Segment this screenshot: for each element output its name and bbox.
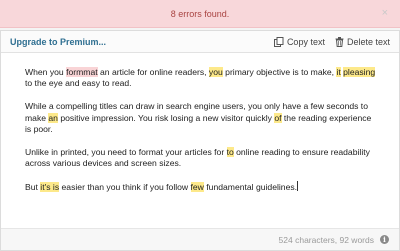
error-count-text: 8 errors found. — [170, 8, 230, 19]
text-segment: primary objective is to make, — [222, 67, 337, 77]
info-icon[interactable]: i — [380, 235, 389, 244]
editor-paragraph: But it's is easier than you think if you… — [25, 181, 377, 193]
editor-paragraph: While a compelling titles can draw in se… — [25, 101, 377, 135]
editor-panel: Upgrade to Premium... Copy text Delete t… — [0, 30, 400, 251]
grammar-error-highlight[interactable]: an — [48, 112, 58, 123]
editor-footer: 524 characters, 92 words i — [1, 228, 399, 250]
upgrade-premium-link[interactable]: Upgrade to Premium... — [10, 37, 106, 47]
text-caret — [297, 181, 299, 192]
text-segment: an article for online readers, — [97, 67, 209, 77]
text-segment: But — [25, 182, 41, 193]
grammar-error-highlight[interactable]: pleasing — [343, 67, 376, 77]
grammar-error-highlight[interactable]: of — [274, 112, 282, 123]
close-icon[interactable]: × — [382, 8, 388, 19]
copy-text-button[interactable]: Copy text — [273, 36, 325, 47]
text-segment: When you — [25, 67, 67, 77]
editor-paragraph: When you formmat an article for online r… — [25, 67, 377, 89]
error-alert-banner: 8 errors found. × — [0, 0, 400, 28]
text-segment: to the eye and easy to read. — [25, 78, 132, 89]
editor-paragraph: Unlike in printed, you need to format yo… — [25, 147, 377, 169]
text-segment: positive impression. You risk losing a n… — [57, 112, 275, 123]
editor-toolbar: Upgrade to Premium... Copy text Delete t… — [1, 31, 399, 53]
grammar-error-highlight[interactable]: it's is — [40, 182, 60, 193]
grammar-error-highlight[interactable]: to — [226, 147, 234, 158]
character-word-count: 524 characters, 92 words — [278, 234, 374, 245]
grammar-error-highlight[interactable]: few — [190, 182, 204, 193]
delete-text-button[interactable]: Delete text — [335, 36, 390, 47]
grammar-error-highlight[interactable]: you — [208, 67, 223, 77]
trash-icon — [335, 36, 344, 47]
spelling-error-highlight[interactable]: formmat — [66, 67, 98, 77]
toolbar-actions: Copy text Delete text — [273, 36, 390, 47]
text-segment: fundamental guidelines. — [203, 182, 298, 193]
text-editor[interactable]: When you formmat an article for online r… — [11, 57, 391, 225]
copy-icon — [273, 36, 284, 47]
copy-text-label: Copy text — [286, 36, 325, 47]
text-segment: easier than you think if you follow — [59, 182, 191, 193]
delete-text-label: Delete text — [346, 36, 390, 47]
text-segment: Unlike in printed, you need to format yo… — [25, 147, 227, 158]
